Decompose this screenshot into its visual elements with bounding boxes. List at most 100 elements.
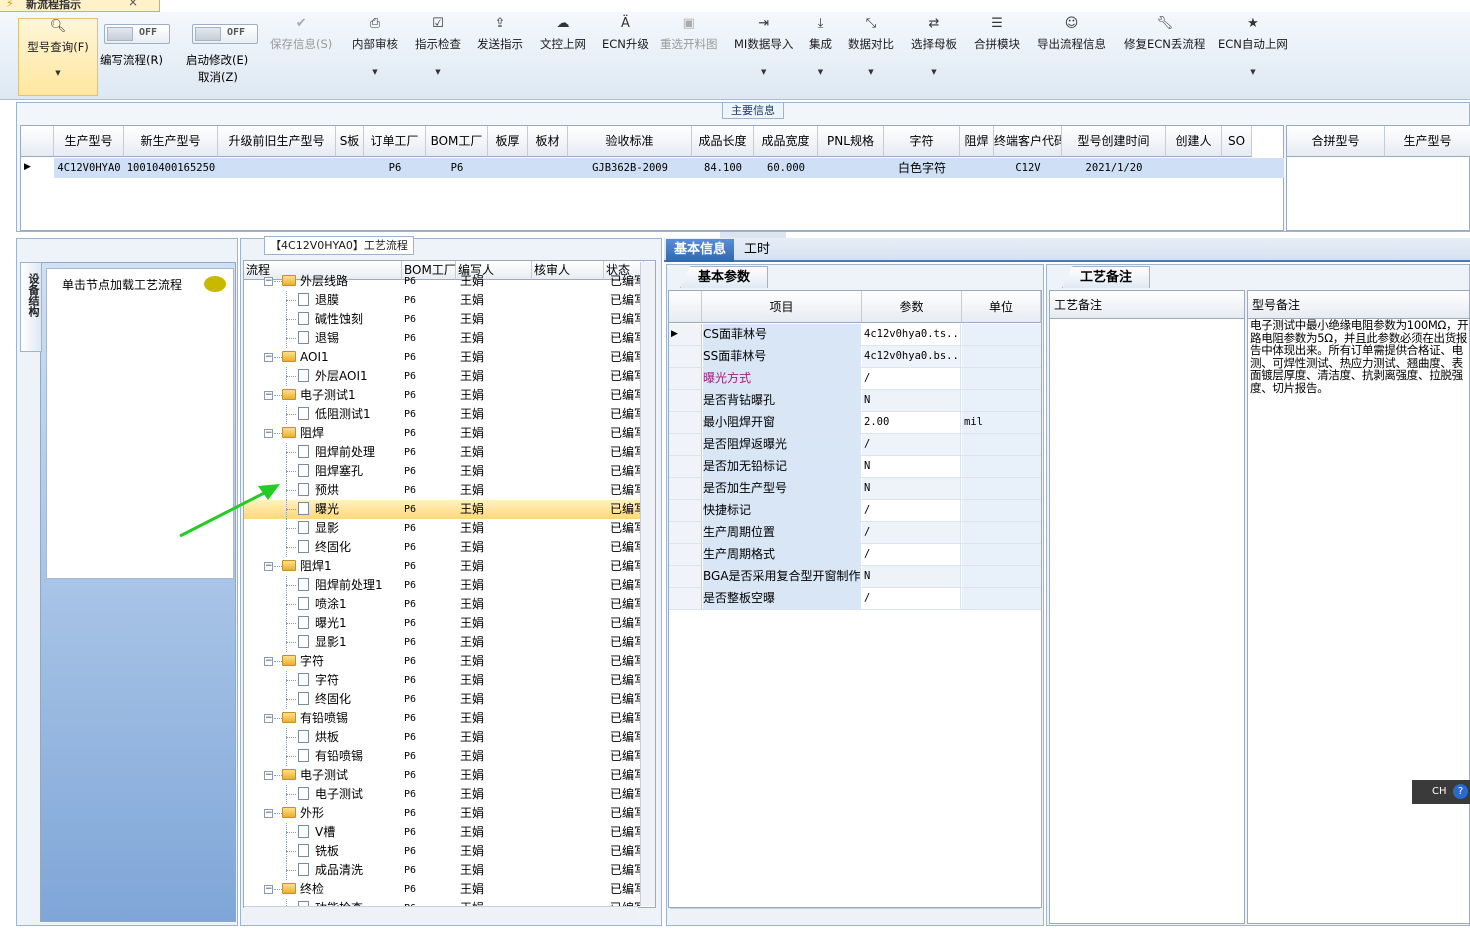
main-cell[interactable]: 10010400165250 — [124, 158, 218, 178]
flow-tree-row[interactable]: 字符 P6 王娟 已编写 — [244, 671, 642, 690]
ecn-upgrade-button[interactable]: Ä ECN升级 — [602, 16, 649, 92]
collapse-toggle-icon[interactable]: − — [264, 353, 273, 362]
param-row[interactable]: ▶ CS面菲林号 4c12v0hya0.ts... — [669, 324, 1041, 346]
main-col-header[interactable]: 生产型号 — [54, 126, 124, 157]
collapse-toggle-icon[interactable]: − — [264, 391, 273, 400]
value-col-header[interactable]: 参数 — [862, 291, 962, 323]
main-cell[interactable]: 84.100 — [692, 158, 754, 178]
ecn-auto-upload-button[interactable]: ★ ECN自动上网 ▼ — [1218, 16, 1288, 92]
row-header[interactable]: ▶ — [669, 324, 702, 345]
production-col-header[interactable]: 生产型号 — [1385, 126, 1470, 157]
equipment-structure-tab[interactable]: 设备结构 — [20, 262, 42, 352]
chevron-down-icon[interactable]: ▼ — [1218, 68, 1288, 76]
collapse-toggle-icon[interactable]: − — [264, 885, 273, 894]
select-cut-drawing-button[interactable]: ▣ 重选开料图 — [660, 16, 718, 92]
param-row[interactable]: 是否阻焊返曝光 / — [669, 434, 1041, 456]
flow-tree-row[interactable]: − 外层线路 P6 王娟 已编写 — [244, 272, 642, 291]
main-cell[interactable]: P6 — [426, 158, 488, 178]
document-tab[interactable]: ⚡ 新流程指示 × — [0, 0, 160, 12]
chevron-down-icon[interactable]: ▼ — [734, 68, 793, 76]
main-col-header[interactable]: 字符 — [884, 126, 960, 157]
row-header[interactable] — [669, 588, 702, 609]
start-edit-toggle[interactable]: OFF — [192, 24, 258, 44]
main-col-header[interactable]: 成品宽度 — [754, 126, 818, 157]
chevron-down-icon[interactable]: ▼ — [352, 68, 398, 76]
flow-tree-row[interactable]: 阻焊前处理 P6 王娟 已编写 — [244, 443, 642, 462]
param-row[interactable]: BGA是否采用复合型开窗制作 N — [669, 566, 1041, 588]
flow-tree-row[interactable]: 喷涂1 P6 王娟 已编写 — [244, 595, 642, 614]
close-tab-button[interactable]: × — [128, 0, 138, 9]
flow-tree-row[interactable]: 终固化 P6 王娟 已编写 — [244, 690, 642, 709]
flow-tree-row[interactable]: 铣板 P6 王娟 已编写 — [244, 842, 642, 861]
param-row[interactable]: 曝光方式 / — [669, 368, 1041, 390]
main-cell[interactable] — [1222, 158, 1252, 178]
flow-tree-row[interactable]: 曝光 P6 王娟 已编写 — [244, 500, 642, 519]
tree-vertical-scrollbar[interactable] — [640, 262, 655, 906]
grid-corner[interactable] — [21, 126, 54, 157]
flow-tree-row[interactable]: 低阻测试1 P6 王娟 已编写 — [244, 405, 642, 424]
row-header[interactable] — [669, 544, 702, 565]
main-col-header[interactable]: 订单工厂 — [364, 126, 426, 157]
flow-tree-row[interactable]: 显影1 P6 王娟 已编写 — [244, 633, 642, 652]
main-cell[interactable] — [218, 158, 336, 178]
chevron-down-icon[interactable]: ▼ — [848, 68, 894, 76]
param-value[interactable]: 4c12v0hya0.ts... — [862, 324, 961, 345]
param-value[interactable]: / — [862, 544, 961, 565]
param-value[interactable]: 2.00 — [862, 412, 961, 433]
param-value[interactable]: / — [862, 522, 961, 543]
grid-corner[interactable] — [669, 291, 702, 323]
params-horizontal-scrollbar[interactable] — [670, 908, 1040, 924]
main-col-header[interactable]: SO — [1222, 126, 1252, 157]
cancel-button[interactable]: 取消(Z) — [198, 69, 238, 85]
param-value[interactable]: N — [862, 478, 961, 499]
row-header[interactable] — [669, 434, 702, 455]
chevron-down-icon[interactable]: ▼ — [19, 69, 97, 77]
flow-tree-row[interactable]: 退膜 P6 王娟 已编写 — [244, 291, 642, 310]
param-row[interactable]: 是否整板空曝 / — [669, 588, 1041, 610]
main-col-header[interactable]: 新生产型号 — [124, 126, 218, 157]
main-cell[interactable] — [488, 158, 528, 178]
save-button[interactable]: ✔ 保存信息(S) — [270, 16, 332, 92]
row-header[interactable] — [669, 500, 702, 521]
fix-ecn-flow-button[interactable]: 🔧︎ 修复ECN丢流程 — [1124, 16, 1205, 92]
param-row[interactable]: 生产周期格式 / — [669, 544, 1041, 566]
main-cell[interactable] — [818, 158, 884, 178]
merge-col-header[interactable]: 合拼型号 — [1287, 126, 1385, 157]
export-flow-button[interactable]: ☺ 导出流程信息 — [1037, 16, 1106, 92]
main-col-header[interactable]: 型号创建时间 — [1062, 126, 1166, 157]
row-header[interactable] — [669, 412, 702, 433]
flow-tree-row[interactable]: − 外形 P6 王娟 已编写 — [244, 804, 642, 823]
data-compare-button[interactable]: ⤡ 数据对比 ▼ — [848, 16, 894, 92]
flow-tree-row[interactable]: V槽 P6 王娟 已编写 — [244, 823, 642, 842]
flow-tree-row[interactable]: 外层AOI1 P6 王娟 已编写 — [244, 367, 642, 386]
flow-tree-row[interactable]: − 阻焊 P6 王娟 已编写 — [244, 424, 642, 443]
main-col-header[interactable]: 终端客户代码 — [994, 126, 1062, 157]
chevron-down-icon[interactable]: ▼ — [809, 68, 832, 76]
internal-review-button[interactable]: ⎙ 内部审核 ▼ — [352, 16, 398, 92]
flow-tree-row[interactable]: − 有铅喷锡 P6 王娟 已编写 — [244, 709, 642, 728]
flow-tree-row[interactable]: 有铅喷锡 P6 王娟 已编写 — [244, 747, 642, 766]
collapse-toggle-icon[interactable]: − — [264, 771, 273, 780]
process-remarks-column[interactable]: 工艺备注 — [1049, 290, 1245, 924]
write-flow-toggle[interactable]: OFF — [104, 24, 170, 44]
flow-tree-row[interactable]: 终固化 P6 王娟 已编写 — [244, 538, 642, 557]
flow-tree-row[interactable]: 显影 P6 王娟 已编写 — [244, 519, 642, 538]
main-col-header[interactable]: 阻焊 — [960, 126, 994, 157]
param-row[interactable]: 是否加生产型号 N — [669, 478, 1041, 500]
model-remarks-column[interactable]: 型号备注 电子测试中最小绝缘电阻参数为100MΩ，开路电阻参数为5Ω，并且此参数… — [1247, 290, 1470, 924]
param-row[interactable]: 最小阻焊开窗 2.00 mil — [669, 412, 1041, 434]
param-row[interactable]: 是否背钻曝孔 N — [669, 390, 1041, 412]
instruction-check-button[interactable]: ☑ 指示检查 ▼ — [415, 16, 461, 92]
main-col-header[interactable]: 成品长度 — [692, 126, 754, 157]
ime-indicator[interactable]: CH ? — [1412, 780, 1470, 804]
main-cell[interactable] — [336, 158, 364, 178]
flow-tree-row[interactable]: − 电子测试1 P6 王娟 已编写 — [244, 386, 642, 405]
main-col-header[interactable]: 板厚 — [488, 126, 528, 157]
flow-tree-row[interactable]: − 电子测试 P6 王娟 已编写 — [244, 766, 642, 785]
main-col-header[interactable]: PNL规格 — [818, 126, 884, 157]
collapse-toggle-icon[interactable]: − — [264, 277, 273, 286]
main-col-header[interactable]: S板 — [336, 126, 364, 157]
upload-docs-button[interactable]: ☁ 文控上网 — [540, 16, 586, 92]
main-cell[interactable]: 白色字符 — [884, 158, 960, 178]
flow-tree-row[interactable]: − 字符 P6 王娟 已编写 — [244, 652, 642, 671]
